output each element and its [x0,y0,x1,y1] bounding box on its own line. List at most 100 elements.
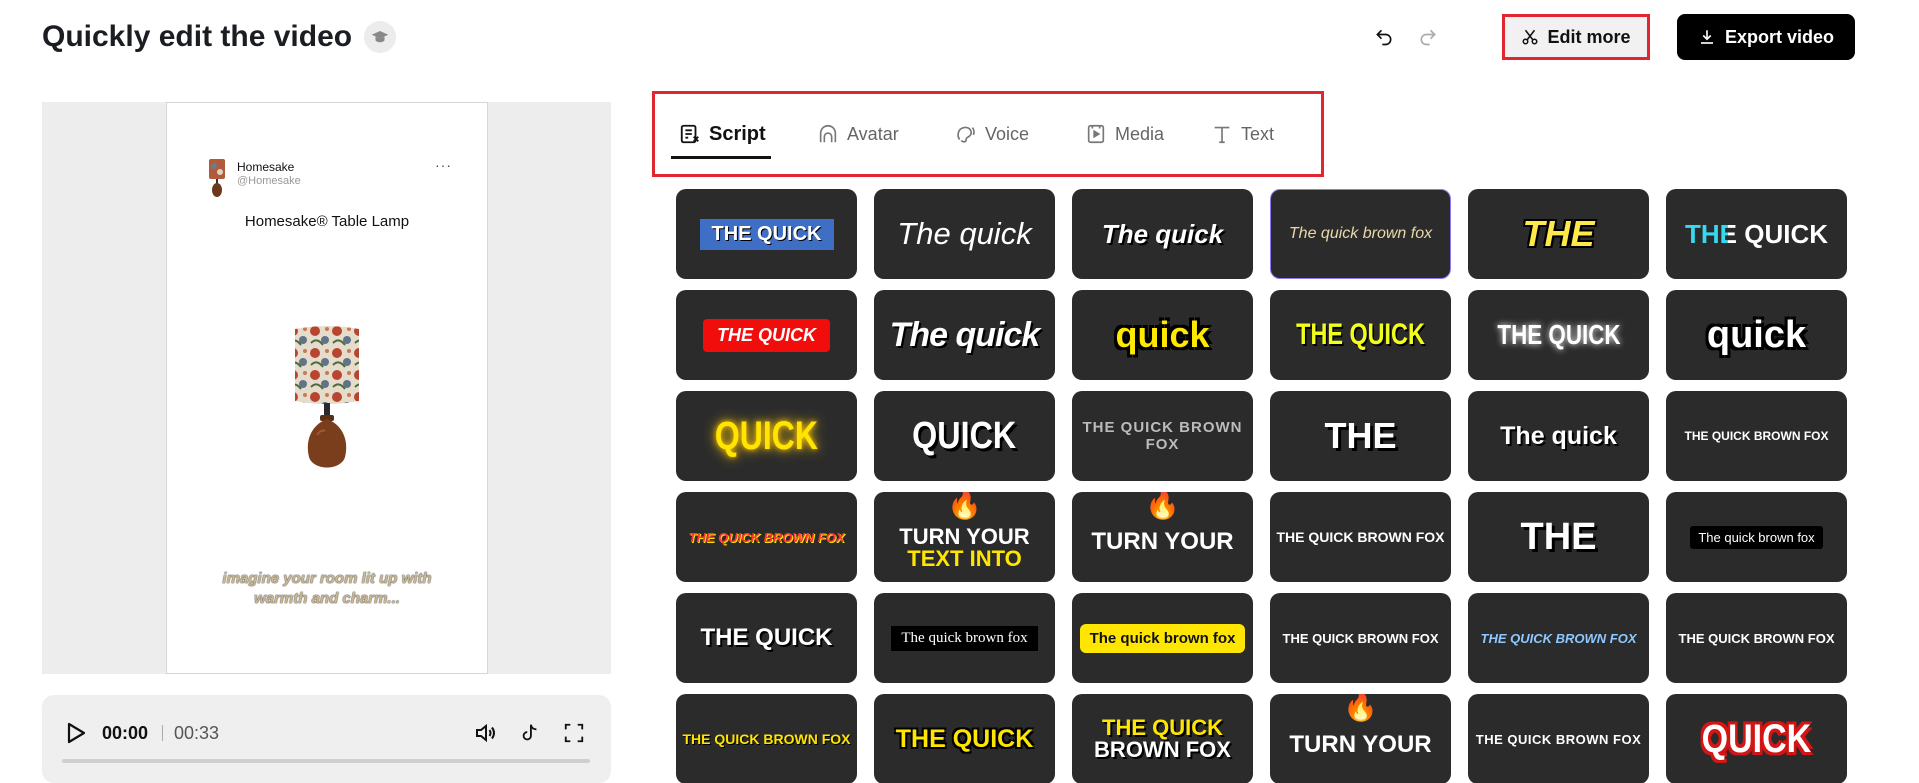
caption-style-text: THE QUICK [703,318,830,352]
text-icon [1214,126,1230,144]
fire-emoji: 🔥 [1343,694,1378,722]
video-caption: imagine your room lit up with warmth and… [222,570,432,607]
caption-style-tile[interactable]: QUICK [874,391,1055,481]
tab-label: Media [1115,123,1165,144]
caption-style-text: THE QUICK BROWN FOX [1276,529,1445,545]
caption-style-tile[interactable]: 🔥 TURN YOUR [1270,694,1451,783]
export-video-label: Export video [1724,26,1835,47]
caption-style-text: The quick [1101,218,1224,249]
caption-style-tile-selected[interactable]: The quick brown fox [1270,189,1451,279]
caption-style-text: THE QUICK [1685,218,1828,249]
caption-style-tile[interactable]: The quick [1468,391,1649,481]
caption-style-tile[interactable]: THE [1468,492,1649,582]
caption-style-tile[interactable]: THE QUICK BROWN FOX [1468,593,1649,683]
edit-more-label: Edit more [1547,26,1631,47]
account-handle: @Homesake [237,175,301,187]
caption-style-tile[interactable]: The quick [1072,189,1253,279]
caption-style-tile[interactable]: The quick [874,189,1055,279]
caption-style-tile[interactable]: THE [1270,391,1451,481]
caption-style-grid: THE QUICK The quick The quick The quick … [676,189,1847,783]
caption-style-text: THE QUICK BROWN FOX [682,731,851,747]
tiktok-button[interactable] [516,719,544,747]
caption-style-text: THE [1324,415,1397,456]
caption-style-tile[interactable]: THE QUICK BROWN FOX [1072,694,1253,783]
caption-style-tile[interactable]: THE QUICK BROWN FOX [1270,593,1451,683]
export-video-button[interactable]: Export video [1677,14,1855,60]
caption-style-tile[interactable]: THE QUICK BROWN FOX [676,694,857,783]
caption-style-tile[interactable]: THE QUICK [1468,290,1649,380]
caption-style-text: quick [1706,313,1807,356]
active-tab-indicator [671,156,771,159]
caption-style-text: THE QUICK [1296,318,1425,351]
more-options-icon[interactable]: ··· [435,157,452,173]
caption-style-text: The quick [897,216,1032,251]
tab-avatar[interactable]: Avatar [817,118,899,150]
caption-style-text: TURN YOUR [1091,528,1234,555]
caption-style-tile[interactable]: THE QUICK [676,593,857,683]
tab-media[interactable]: Media [1085,118,1164,150]
tab-label: Voice [985,123,1030,144]
caption-style-tile[interactable]: quick [1072,290,1253,380]
caption-style-text: QUICK [714,413,819,458]
page-title-text: Quickly edit the video [42,20,353,53]
tutorial-icon[interactable] [364,21,397,53]
caption-style-text: TURN YOUR [1289,731,1432,758]
caption-style-tile[interactable]: THE QUICK [676,290,857,380]
tab-script[interactable]: Script [679,118,766,150]
caption-style-tile[interactable]: The quick [874,290,1055,380]
caption-style-tile[interactable]: THE QUICK [874,694,1055,783]
caption-style-tile[interactable]: THE QUICK BROWN FOX [1270,492,1451,582]
tiktok-icon [522,724,537,741]
caption-style-tile[interactable]: THE QUICK [676,189,857,279]
caption-style-tile[interactable]: The quick brown fox [1666,492,1847,582]
caption-style-text: THE QUICK [700,624,833,651]
volume-button[interactable] [472,719,500,747]
redo-button[interactable] [1408,17,1448,57]
account-name: Homesake [237,160,295,174]
total-time: 00:33 [174,723,220,743]
tab-text[interactable]: Text [1211,118,1274,150]
caption-style-text: The quick brown fox [891,625,1038,651]
caption-style-tile[interactable]: 🔥 TURN YOUR TEXT INTO [874,492,1055,582]
caption-style-tile[interactable]: THE QUICK [1666,189,1847,279]
redo-icon [1420,29,1436,46]
caption-style-text: The quick brown fox [1690,525,1823,549]
caption-style-tile[interactable]: QUICK [676,391,857,481]
caption-style-text: THE QUICK BROWN FOX [1475,731,1642,747]
video-player-controls: 00:00 00:33 [42,695,611,783]
progress-bar[interactable] [62,759,590,763]
caption-style-text: THE QUICK BROWN FOX [1282,630,1439,646]
time-divider [162,725,163,741]
scissors-icon [1522,29,1538,45]
caption-style-tile[interactable]: THE QUICK BROWN FOX [1468,694,1649,783]
caption-style-tile[interactable]: THE QUICK BROWN FOX [1666,391,1847,481]
caption-style-tile[interactable]: The quick brown fox [1072,593,1253,683]
fullscreen-icon [564,723,584,743]
edit-more-button[interactable]: Edit more [1502,14,1650,60]
tab-label: Avatar [847,123,899,144]
undo-button[interactable] [1364,17,1404,57]
caption-style-text: THE QUICK [895,724,1034,753]
caption-style-text: The quick [889,315,1041,354]
tab-voice[interactable]: Voice [955,118,1029,150]
caption-style-text: THE QUICK BROWN FOX [1684,429,1829,443]
caption-style-tile[interactable]: QUICK [1666,694,1847,783]
caption-style-tile[interactable]: THE QUICK BROWN FOX [1072,391,1253,481]
caption-style-tile[interactable]: THE QUICK [1270,290,1451,380]
video-frame[interactable]: Homesake @Homesake ··· Homesake® Table L… [166,102,488,674]
download-icon [1700,30,1713,44]
volume-icon [476,723,495,743]
caption-style-tile[interactable]: THE [1468,189,1649,279]
tab-label: Script [709,122,766,145]
caption-style-text: The quick brown fox [1288,225,1433,242]
caption-style-tile[interactable]: THE QUICK BROWN FOX [676,492,857,582]
caption-style-tile[interactable]: The quick brown fox [874,593,1055,683]
fullscreen-button[interactable] [560,719,588,747]
play-button[interactable] [62,719,90,747]
caption-style-tile[interactable]: THE QUICK BROWN FOX [1666,593,1847,683]
top-actions: Edit more Export video [1364,14,1855,60]
caption-style-text: THE QUICK BROWN FOX [688,529,845,545]
play-icon [67,722,86,744]
caption-style-tile[interactable]: quick [1666,290,1847,380]
caption-style-tile[interactable]: 🔥 TURN YOUR [1072,492,1253,582]
